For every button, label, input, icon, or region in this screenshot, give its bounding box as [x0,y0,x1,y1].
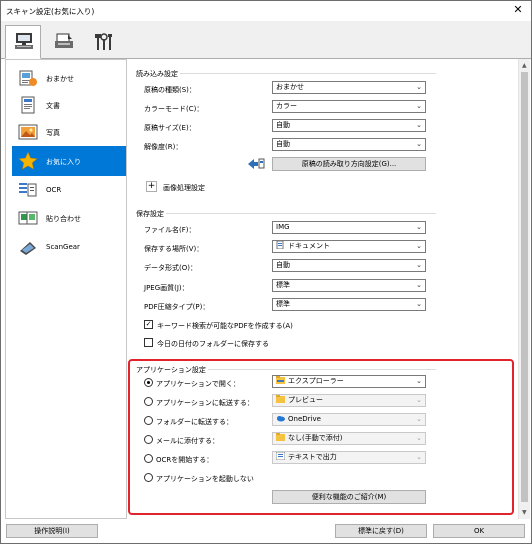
chevron-down-icon: ⌄ [416,261,422,269]
close-button[interactable]: ✕ [511,3,525,17]
sidebar-item-label: OCR [46,186,62,194]
star-icon [18,152,38,170]
sidebar-item-auto[interactable]: おまかせ [6,63,126,93]
footer-bar: 操作説明(I) 標準に戻す(D) OK [1,519,531,543]
chevron-down-icon: ⌄ [416,140,422,148]
paper-size-label: 原稿サイズ(E)： [144,124,196,132]
orientation-settings-button[interactable]: 原稿の読み取り方向設定(G)... [272,157,426,171]
scan-options-divider [136,73,436,74]
tab-general-settings[interactable] [85,26,121,56]
chevron-down-icon: ⌄ [416,281,422,289]
keyword-pdf-checkbox[interactable]: ✓ [144,320,153,329]
sidebar-item-stitch[interactable]: 貼り合わせ [6,203,126,233]
pdf-compression-label: PDF圧縮タイプ(P)： [144,303,210,311]
chevron-down-icon: ⌄ [416,83,422,91]
sidebar-item-label: おまかせ [46,75,74,83]
document-icon [21,96,35,114]
ok-button[interactable]: OK [433,524,525,538]
save-settings-divider [136,213,436,214]
orientation-icon [248,158,265,169]
jpeg-quality-select[interactable]: 標準 ⌄ [272,279,426,292]
keyword-pdf-label: キーワード検索が可能なPDFを作成する(A) [157,322,293,330]
sidebar-item-document[interactable]: 文書 [6,90,126,120]
scroll-up-icon[interactable]: ▲ [522,62,527,69]
scroll-down-icon[interactable]: ▼ [522,509,527,516]
data-format-label: データ形式(O)： [144,264,197,272]
color-mode-select[interactable]: カラー ⌄ [272,100,426,113]
application-settings-highlight [128,359,514,515]
pdf-compression-select[interactable]: 標準 ⌄ [272,298,426,311]
scangear-icon [20,242,36,255]
date-folder-label: 今日の日付のフォルダーに保存する [157,340,269,348]
sidebar-item-label: 貼り合わせ [46,215,81,223]
ocr-icon [19,183,37,197]
jpeg-quality-label: JPEG画質(J)： [144,284,189,292]
chevron-down-icon: ⌄ [416,223,422,231]
date-folder-checkbox[interactable] [144,338,153,347]
instructions-button[interactable]: 操作説明(I) [6,524,98,538]
paper-size-select[interactable]: 自動 ⌄ [272,119,426,132]
scan-from-panel-icon [55,33,73,48]
save-settings-header: 保存設定 [136,209,166,219]
stitch-icon [18,211,38,225]
sidebar-item-photo[interactable]: 写真 [6,117,126,147]
chevron-down-icon: ⌄ [416,121,422,129]
sidebar-item-label: 文書 [46,102,60,110]
photo-icon [18,124,38,140]
chevron-down-icon: ⌄ [416,300,422,308]
source-label: 原稿の種類(S)： [144,86,196,94]
data-format-select[interactable]: 自動 ⌄ [272,259,426,272]
filename-select[interactable]: IMG ⌄ [272,221,426,234]
tab-scan-from-computer[interactable] [5,25,41,59]
sidebar-item-label: ScanGear [46,243,80,251]
filename-label: ファイル名(F)： [144,226,196,234]
tab-scan-from-panel[interactable] [45,26,81,56]
sidebar-item-ocr[interactable]: OCR [6,175,126,205]
save-in-select[interactable]: ドキュメント ⌄ [272,240,426,253]
source-select[interactable]: おまかせ ⌄ [272,81,426,94]
window-title: スキャン設定(お気に入り) [6,7,95,16]
sidebar-item-favorites[interactable]: お気に入り [12,146,126,176]
restore-defaults-button[interactable]: 標準に戻す(D) [335,524,427,538]
scan-from-computer-icon [15,33,33,49]
documents-folder-icon [276,241,284,249]
scan-settings-window: スキャン設定(お気に入り) ✕ おまかせ 文書 写真 お気に入り OCR 貼り合… [0,0,532,544]
scan-options-header: 読み込み設定 [136,69,180,79]
chevron-down-icon: ⌄ [416,242,422,250]
auto-scan-icon [19,70,37,86]
expand-image-processing-button[interactable]: + [146,181,157,192]
sidebar-item-label: 写真 [46,129,60,137]
tools-icon [95,33,112,50]
save-in-label: 保存する場所(V)： [144,245,204,253]
color-mode-label: カラーモード(C)： [144,105,204,113]
vertical-scrollbar[interactable]: ▲ ▼ [518,59,530,519]
resolution-label: 解像度(R)： [144,143,183,151]
sidebar-item-scangear[interactable]: ScanGear [6,232,126,262]
scroll-thumb[interactable] [521,72,528,502]
scan-type-list: おまかせ 文書 写真 お気に入り OCR 貼り合わせ ScanGear [5,59,127,519]
tab-bar [1,21,531,59]
resolution-select[interactable]: 自動 ⌄ [272,138,426,151]
chevron-down-icon: ⌄ [416,102,422,110]
title-bar: スキャン設定(お気に入り) ✕ [1,1,531,21]
sidebar-item-label: お気に入り [46,158,81,166]
image-processing-label: 画像処理設定 [163,184,205,192]
